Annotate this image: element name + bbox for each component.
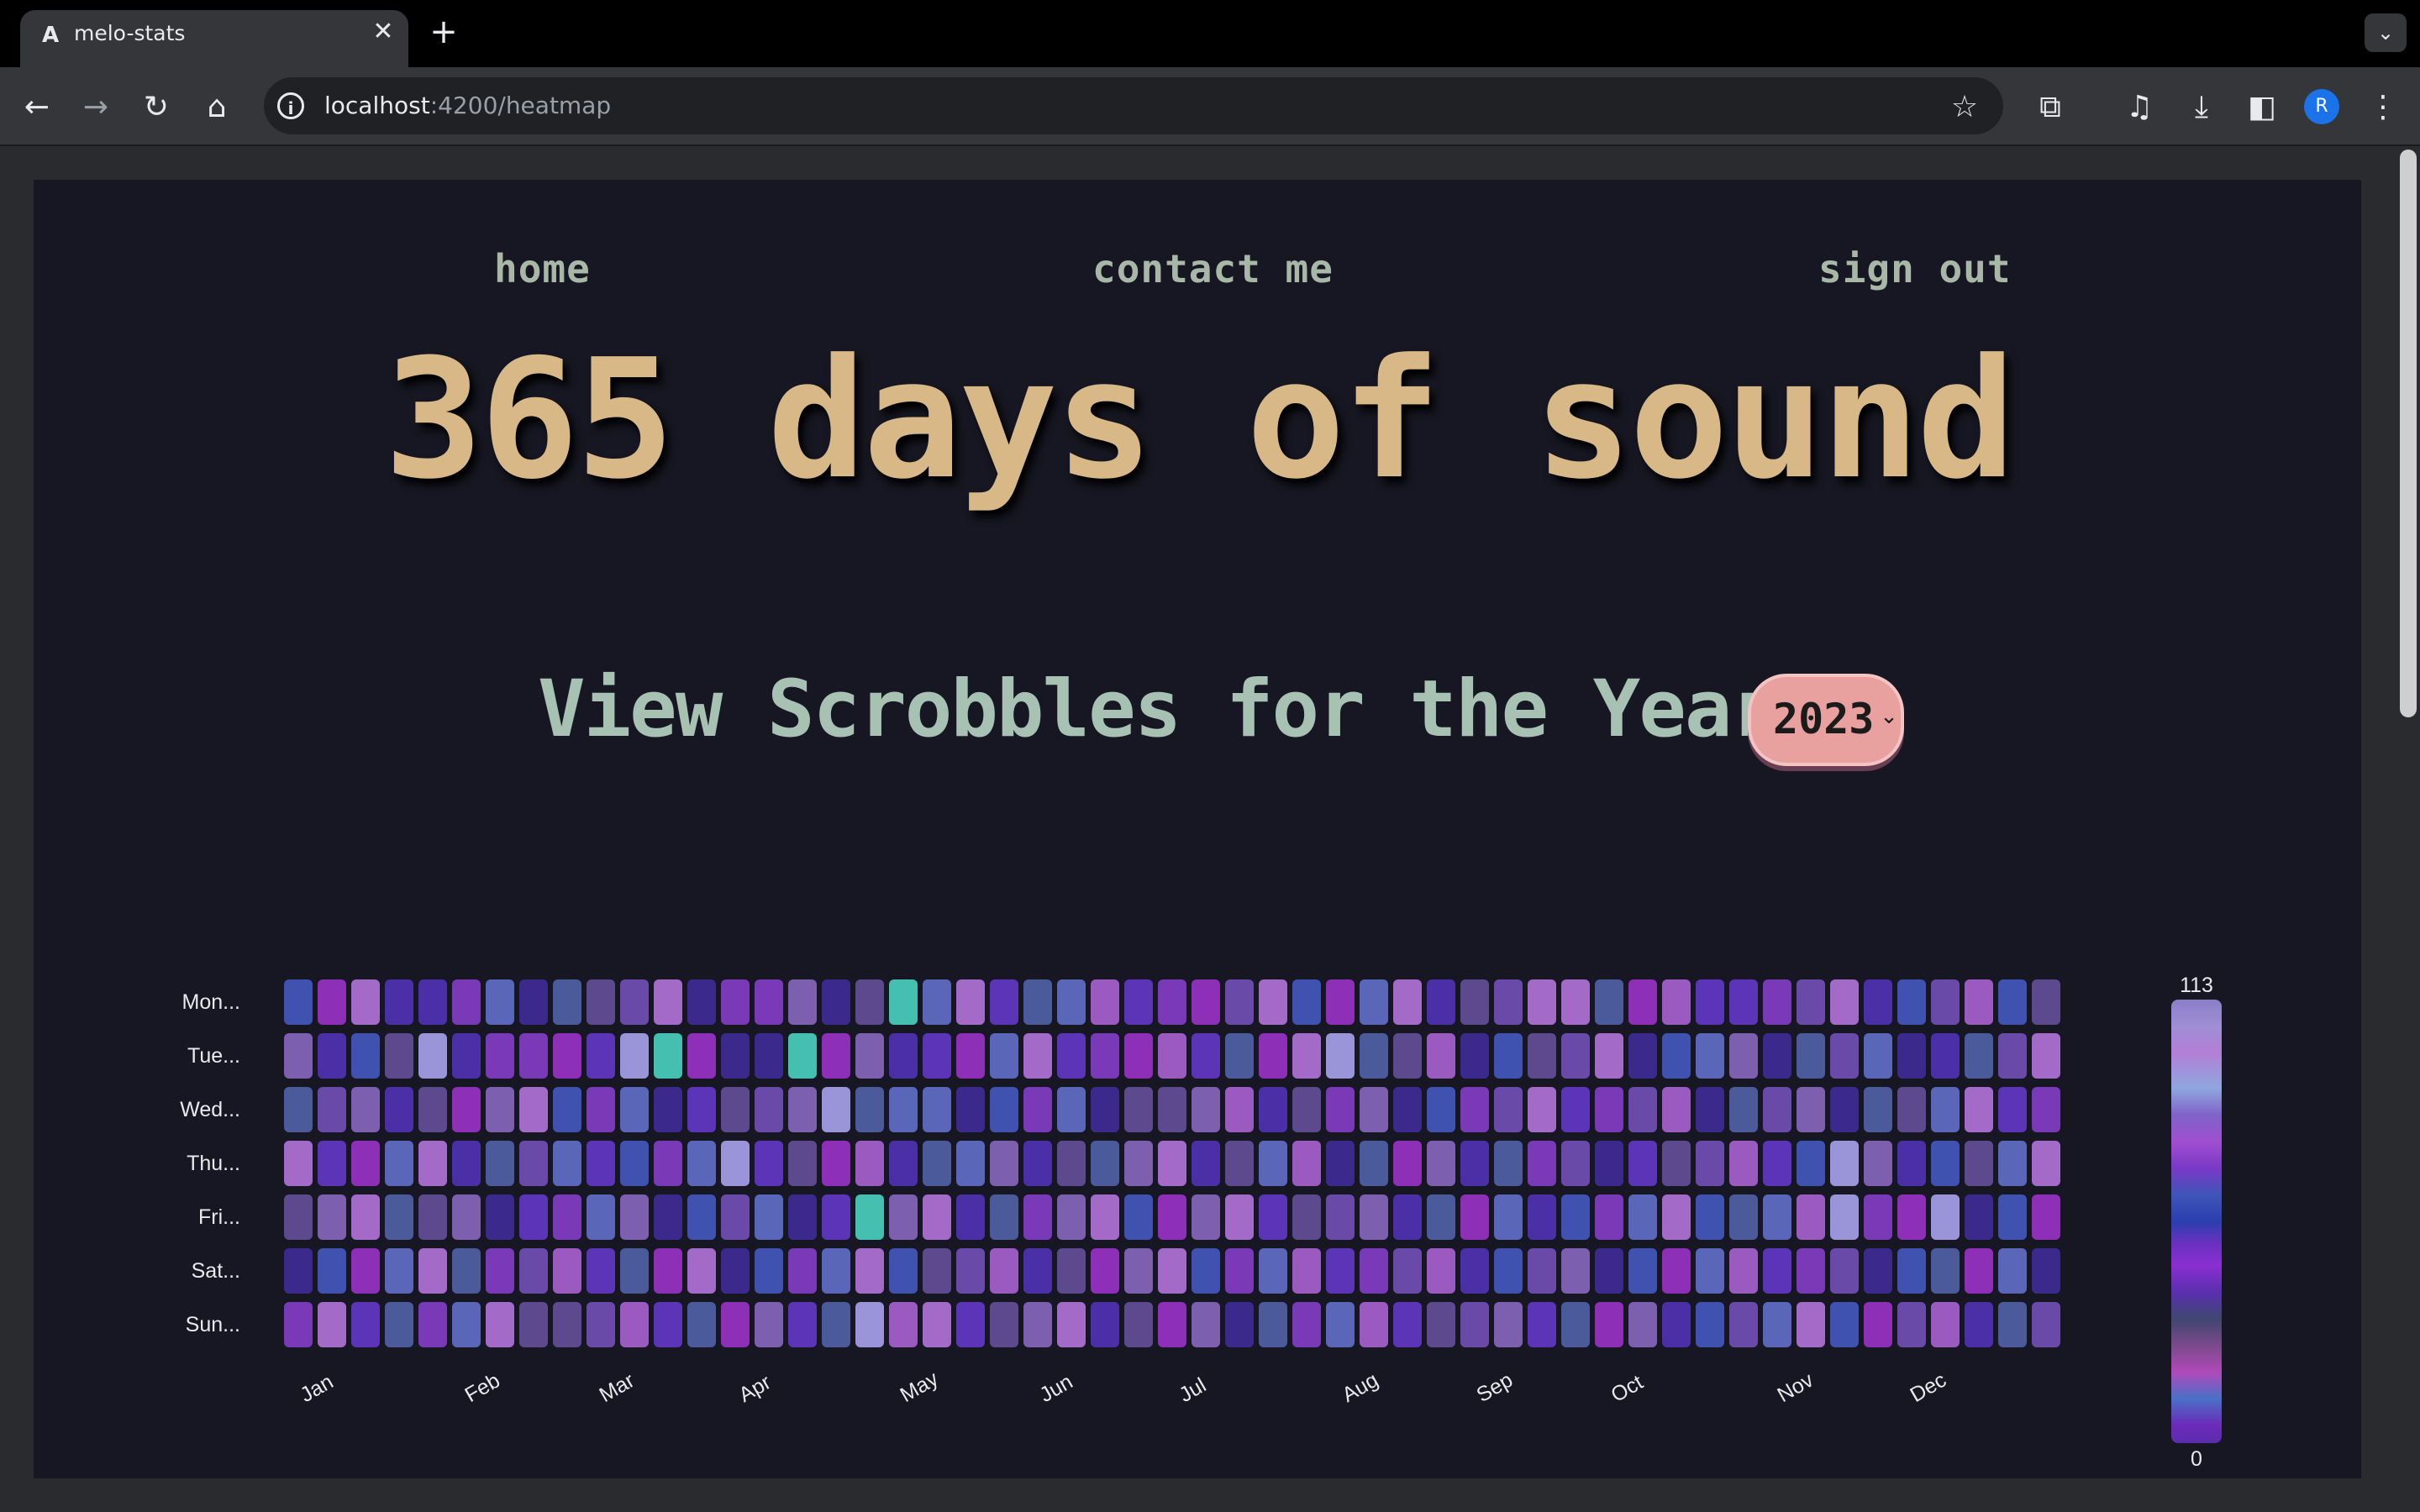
url-host: localhost [324, 92, 430, 119]
day-label: Tue... [187, 1044, 240, 1068]
url-text[interactable]: localhost:4200/heatmap [324, 89, 611, 123]
browser-menu-icon[interactable]: ⋮ [2363, 87, 2403, 128]
bookmark-star-icon[interactable]: ☆ [1944, 87, 1985, 128]
scrollbar-thumb[interactable] [2400, 150, 2417, 717]
nav-home-link[interactable]: home [494, 244, 591, 294]
legend-max-label: 113 [2180, 974, 2213, 997]
forward-icon[interactable]: → [76, 87, 116, 128]
close-tab-icon[interactable]: ✕ [368, 17, 398, 47]
page-title: 365 days of sound [383, 324, 2016, 516]
home-icon[interactable]: ⌂ [197, 87, 237, 128]
legend-min-label: 0 [2191, 1447, 2202, 1471]
nav-contact-link[interactable]: contact me [1092, 244, 1334, 294]
reload-icon[interactable]: ↻ [136, 87, 176, 128]
site-info-icon[interactable]: i [277, 92, 304, 119]
year-select-value[interactable]: 2023 [1773, 694, 1874, 744]
day-label: Wed... [180, 1098, 240, 1121]
profile-avatar[interactable]: R [2304, 89, 2339, 124]
downloads-icon[interactable]: ⤓ [2181, 87, 2222, 128]
tab-search-icon[interactable]: ⌄ [2365, 13, 2407, 52]
day-label: Thu... [187, 1152, 240, 1175]
day-label: Fri... [198, 1205, 240, 1229]
day-label: Sat... [191, 1259, 240, 1283]
day-label: Sun... [185, 1313, 240, 1336]
extensions-icon[interactable]: ⧉ [2030, 87, 2070, 128]
media-controls-icon[interactable]: ♫ [2119, 87, 2160, 128]
nav-signout-link[interactable]: sign out [1818, 244, 2012, 294]
tab-title: melo-stats [74, 21, 186, 45]
day-label: Mon... [182, 990, 240, 1014]
side-panel-icon[interactable]: ◧ [2242, 87, 2282, 128]
year-prompt: View Scrobbles for the Year [538, 664, 1778, 755]
angular-favicon-icon: A [41, 23, 60, 48]
new-tab-icon[interactable]: + [427, 15, 460, 49]
chevron-down-icon[interactable]: ⌄ [1879, 704, 1899, 729]
color-scale-legend [2171, 1000, 2222, 1443]
back-icon[interactable]: ← [17, 87, 57, 128]
url-path: :4200/heatmap [429, 92, 612, 119]
